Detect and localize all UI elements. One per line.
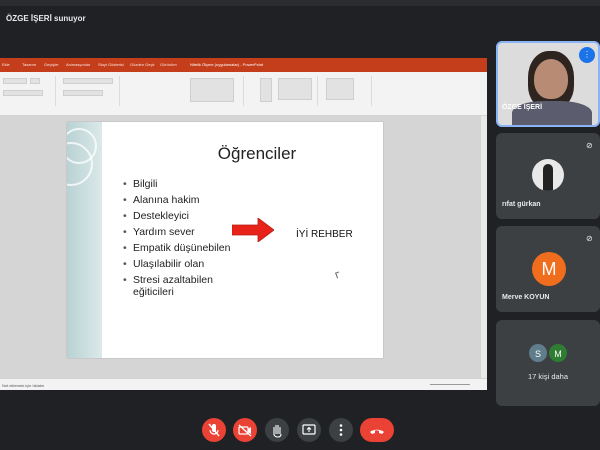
raise-hand-icon[interactable] bbox=[265, 418, 289, 442]
bullet-list: Bilgili Alanına hakim Destekleyici Yardı… bbox=[121, 178, 241, 302]
zoom-slider[interactable] bbox=[430, 384, 470, 385]
ribbon-group-drawing bbox=[124, 76, 244, 106]
more-options-icon[interactable] bbox=[329, 418, 353, 442]
bullet-item: Stresi azaltabilen eğiticileri bbox=[121, 274, 241, 298]
ribbon-group-font bbox=[0, 76, 56, 106]
mic-off-icon: ⊘ bbox=[586, 141, 593, 150]
bullet-item: Alanına hakim bbox=[121, 194, 241, 206]
ribbon-group-editing bbox=[322, 76, 372, 106]
hang-up-icon[interactable] bbox=[360, 418, 394, 442]
more-participants-label: 17 kişi daha bbox=[527, 372, 569, 381]
presenter-banner: ÖZGE İŞERİ sunuyor bbox=[0, 0, 600, 36]
bullet-item: Destekleyici bbox=[121, 210, 241, 222]
arrange-button[interactable] bbox=[260, 78, 272, 102]
participant-tile[interactable]: ⊘ M Merve KOYUN bbox=[496, 226, 600, 312]
camera-off-icon[interactable] bbox=[233, 418, 257, 442]
font-size-box[interactable] bbox=[30, 78, 40, 84]
self-name-label: ÖZGE İŞERİ bbox=[502, 104, 543, 111]
bullet-item: Ulaşılabilir olan bbox=[121, 258, 241, 270]
ribbon-tab-slayt-gosterisi[interactable]: Slayt Gösterisi bbox=[98, 62, 124, 67]
participant-tile[interactable]: ⊘ rıfat gürkan bbox=[496, 133, 600, 219]
callout-text: İYİ REHBER bbox=[296, 229, 353, 240]
document-title: Nitelik Ölçme (uygulamalar) - PowerPoint bbox=[190, 62, 264, 67]
self-video-tile[interactable]: ÖZGE İŞERİ ⋮ bbox=[496, 41, 600, 127]
shapes-gallery[interactable] bbox=[190, 78, 234, 102]
font-name-box[interactable] bbox=[3, 78, 27, 84]
vertical-scrollbar[interactable] bbox=[481, 116, 487, 378]
slide-canvas: Öğrenciler Bilgili Alanına hakim Destekl… bbox=[67, 122, 383, 358]
right-arrow-shape bbox=[232, 218, 274, 242]
ribbon-tab-gecisler[interactable]: Geçişler bbox=[44, 62, 59, 67]
avatar: M bbox=[548, 343, 568, 363]
list-buttons[interactable] bbox=[63, 78, 113, 84]
avatar bbox=[532, 159, 564, 191]
participant-name: Merve KOYUN bbox=[502, 294, 550, 301]
ribbon-group-styles bbox=[248, 76, 318, 106]
top-strip bbox=[0, 0, 600, 6]
present-screen-icon[interactable] bbox=[297, 418, 321, 442]
bullet-item: Empatik düşünebilen bbox=[121, 242, 241, 254]
avatar: S bbox=[528, 343, 548, 363]
mouse-cursor-icon bbox=[335, 271, 341, 279]
mic-off-icon[interactable] bbox=[202, 418, 226, 442]
speaking-indicator-icon: ⋮ bbox=[579, 47, 595, 63]
self-video-face bbox=[534, 59, 568, 99]
shared-screen: Ekle Tasarım Geçişler Animasyonlar Slayt… bbox=[0, 58, 487, 390]
ribbon-tab-bar: Ekle Tasarım Geçişler Animasyonlar Slayt… bbox=[0, 58, 487, 72]
avatar-figure bbox=[543, 164, 553, 191]
mic-off-icon: ⊘ bbox=[586, 234, 593, 243]
slide-decoration bbox=[67, 122, 102, 358]
status-bar: Not eklemek için tıklatın bbox=[0, 378, 487, 390]
bullet-item: Yardım sever bbox=[121, 226, 241, 238]
align-buttons[interactable] bbox=[63, 90, 103, 96]
bullet-item: Bilgili bbox=[121, 178, 241, 190]
ribbon-group-paragraph bbox=[60, 76, 120, 106]
find-replace-buttons[interactable] bbox=[326, 78, 354, 100]
ribbon-body bbox=[0, 72, 487, 116]
slide-editor: Öğrenciler Bilgili Alanına hakim Destekl… bbox=[0, 116, 487, 378]
ribbon-tab-gorunum[interactable]: Görünüm bbox=[160, 62, 177, 67]
ribbon-tab-animasyonlar[interactable]: Animasyonlar bbox=[66, 62, 90, 67]
slide-title: Öğrenciler bbox=[217, 144, 297, 163]
ribbon-tab-gozden-gecir[interactable]: Gözden Geçir bbox=[130, 62, 155, 67]
notes-hint[interactable]: Not eklemek için tıklatın bbox=[2, 383, 44, 388]
avatar: M bbox=[532, 252, 566, 286]
shape-fill-buttons[interactable] bbox=[278, 78, 312, 100]
participant-name: rıfat gürkan bbox=[502, 201, 541, 208]
call-controls bbox=[0, 410, 600, 450]
ribbon-tab-tasarim[interactable]: Tasarım bbox=[22, 62, 36, 67]
presenter-label: ÖZGE İŞERİ sunuyor bbox=[6, 14, 86, 23]
more-participants-tile[interactable]: S M 17 kişi daha bbox=[496, 320, 600, 406]
font-format-buttons[interactable] bbox=[3, 90, 43, 96]
ribbon-tab-ekle[interactable]: Ekle bbox=[2, 62, 10, 67]
